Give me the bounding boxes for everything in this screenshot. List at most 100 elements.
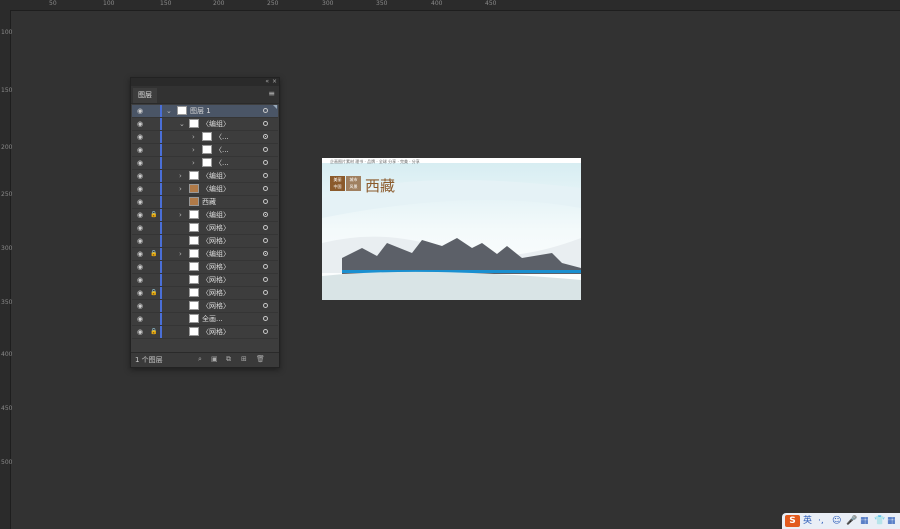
target-icon[interactable] xyxy=(263,173,268,178)
layer-thumbnail xyxy=(202,132,212,141)
eye-icon[interactable]: ◉ xyxy=(137,170,143,182)
target-icon[interactable] xyxy=(263,316,268,321)
layer-row[interactable]: ◉ › 〈编组〉 xyxy=(132,170,278,183)
artboard[interactable]: 企画图片素材 理书 · 品牌 · 全球 分享 · 完美 · 分享 美丽 中国 城… xyxy=(322,158,581,300)
lock-icon[interactable]: 🔒 xyxy=(150,248,157,260)
layer-row[interactable]: ◉ 🔒 〈网格〉 xyxy=(132,287,278,300)
layer-row[interactable]: ◉ › 〈... xyxy=(132,131,278,144)
locate-object-icon[interactable]: ⌕ xyxy=(198,355,202,364)
eye-icon[interactable]: ◉ xyxy=(137,261,143,273)
layer-row[interactable]: ◉ 〈网格〉 xyxy=(132,300,278,313)
chevron-right-icon[interactable]: › xyxy=(179,209,182,221)
target-icon[interactable] xyxy=(263,329,268,334)
ruler-top-label: 300 xyxy=(322,0,334,7)
eye-icon[interactable]: ◉ xyxy=(137,300,143,312)
layer-row[interactable]: ◉ 全画... xyxy=(132,313,278,326)
eye-icon[interactable]: ◉ xyxy=(137,235,143,247)
target-icon[interactable] xyxy=(263,303,268,308)
target-icon[interactable] xyxy=(263,121,268,126)
microphone-icon[interactable]: 🎤 xyxy=(846,515,857,527)
logo-badge-secondary: 城市 风景 xyxy=(346,176,361,191)
collapse-icon[interactable]: « xyxy=(265,78,269,86)
layer-row[interactable]: ◉ › 〈... xyxy=(132,144,278,157)
layer-row[interactable]: ◉ 〈网格〉 xyxy=(132,222,278,235)
target-icon[interactable] xyxy=(263,290,268,295)
target-icon[interactable] xyxy=(263,134,268,139)
layer-row[interactable]: ◉ 西藏 xyxy=(132,196,278,209)
layer-row[interactable]: ◉ 〈网格〉 xyxy=(132,274,278,287)
layer-row[interactable]: ◉ 〈网格〉 xyxy=(132,235,278,248)
target-icon[interactable] xyxy=(263,147,268,152)
new-layer-icon[interactable]: ⊞ xyxy=(241,355,247,363)
eye-icon[interactable]: ◉ xyxy=(137,183,143,195)
layer-color-bar xyxy=(160,274,162,286)
target-icon[interactable] xyxy=(263,108,268,113)
panel-titlebar[interactable]: « × xyxy=(131,78,279,86)
emoji-icon[interactable]: ☺ xyxy=(832,515,841,527)
trash-icon[interactable]: 🗑 xyxy=(256,355,265,363)
lock-icon[interactable]: 🔒 xyxy=(150,287,157,299)
layer-row[interactable]: ◉ 🔒 › 〈编组〉 xyxy=(132,209,278,222)
skin-icon[interactable]: 👕 xyxy=(874,515,885,527)
keyboard-icon[interactable]: ▦ xyxy=(860,515,869,527)
chevron-right-icon[interactable]: › xyxy=(179,248,182,260)
punctuation-icon[interactable]: ·, xyxy=(818,515,824,527)
layer-row[interactable]: ◉ ⌄ 图层 1 xyxy=(132,105,278,118)
ruler-left-label: 400 xyxy=(1,351,13,358)
new-sublayer-icon[interactable]: ⧉ xyxy=(226,355,231,364)
eye-icon[interactable]: ◉ xyxy=(137,209,143,221)
target-icon[interactable] xyxy=(263,212,268,217)
chevron-right-icon[interactable]: › xyxy=(179,170,182,182)
layer-name: 〈编组〉 xyxy=(202,211,230,219)
eye-icon[interactable]: ◉ xyxy=(137,248,143,260)
eye-icon[interactable]: ◉ xyxy=(137,326,143,338)
target-icon[interactable] xyxy=(263,251,268,256)
layer-color-bar xyxy=(160,105,162,117)
target-icon[interactable] xyxy=(263,199,268,204)
eye-icon[interactable]: ◉ xyxy=(137,222,143,234)
tab-layers[interactable]: 图层 xyxy=(133,88,157,103)
layer-row[interactable]: ◉ › 〈编组〉 xyxy=(132,183,278,196)
chevron-right-icon[interactable]: › xyxy=(192,131,195,143)
layer-color-bar xyxy=(160,235,162,247)
target-icon[interactable] xyxy=(263,277,268,282)
layer-color-bar xyxy=(160,196,162,208)
layer-row[interactable]: ◉ 〈网格〉 xyxy=(132,261,278,274)
chevron-right-icon[interactable]: › xyxy=(192,157,195,169)
chevron-right-icon[interactable]: › xyxy=(179,183,182,195)
eye-icon[interactable]: ◉ xyxy=(137,105,143,117)
panel-menu-icon[interactable]: ≡ xyxy=(268,89,275,98)
target-icon[interactable] xyxy=(263,186,268,191)
layer-thumbnail xyxy=(189,197,199,206)
layer-row[interactable]: ◉ 🔒 › 〈编组〉 xyxy=(132,248,278,261)
language-toggle[interactable]: 英 xyxy=(803,515,812,527)
layer-row[interactable]: ◉ ⌄ 〈编组〉 xyxy=(132,118,278,131)
chevron-down-icon[interactable]: ⌄ xyxy=(179,118,185,130)
eye-icon[interactable]: ◉ xyxy=(137,287,143,299)
chevron-down-icon[interactable]: ⌄ xyxy=(166,105,172,117)
layer-name: 〈网格〉 xyxy=(202,263,230,271)
eye-icon[interactable]: ◉ xyxy=(137,131,143,143)
toolbox-icon[interactable]: ▦ xyxy=(887,515,896,527)
target-icon[interactable] xyxy=(263,225,268,230)
eye-icon[interactable]: ◉ xyxy=(137,144,143,156)
ime-logo-icon[interactable]: S xyxy=(785,515,800,527)
eye-icon[interactable]: ◉ xyxy=(137,196,143,208)
lock-icon[interactable]: 🔒 xyxy=(150,209,157,221)
target-icon[interactable] xyxy=(263,238,268,243)
layer-row[interactable]: ◉ › 〈... xyxy=(132,157,278,170)
close-icon[interactable]: × xyxy=(272,78,277,86)
eye-icon[interactable]: ◉ xyxy=(137,157,143,169)
lock-icon[interactable]: 🔒 xyxy=(150,326,157,338)
target-icon[interactable] xyxy=(263,160,268,165)
eye-icon[interactable]: ◉ xyxy=(137,118,143,130)
eye-icon[interactable]: ◉ xyxy=(137,313,143,325)
layer-color-bar xyxy=(160,261,162,273)
layer-color-bar xyxy=(160,157,162,169)
target-icon[interactable] xyxy=(263,264,268,269)
eye-icon[interactable]: ◉ xyxy=(137,274,143,286)
layer-row[interactable]: ◉ 🔒 〈网格〉 xyxy=(132,326,278,339)
horizontal-ruler[interactable] xyxy=(0,0,900,11)
chevron-right-icon[interactable]: › xyxy=(192,144,195,156)
clipping-mask-icon[interactable]: ▣ xyxy=(211,355,218,363)
